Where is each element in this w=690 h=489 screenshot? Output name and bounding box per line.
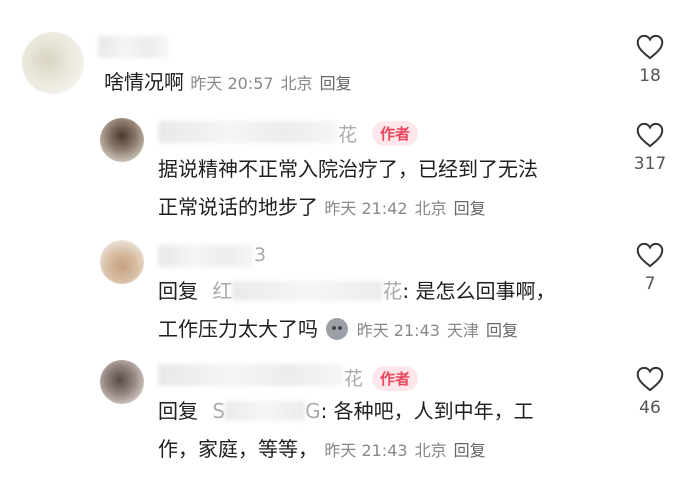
like-count: 18 — [639, 66, 661, 86]
comment-location: 天津 — [446, 321, 479, 340]
emoji-sticker-icon — [326, 318, 349, 340]
avatar[interactable] — [100, 118, 144, 162]
heart-outline-icon — [636, 366, 664, 392]
reply-prefix: 回复 — [158, 279, 198, 303]
like-count: 317 — [633, 154, 667, 174]
comment-time: 昨天 21:43 — [324, 441, 408, 460]
comment-time: 昨天 21:43 — [356, 321, 440, 340]
comment-time: 昨天 21:42 — [324, 199, 408, 218]
reply-button[interactable]: 回复 — [454, 199, 486, 218]
like-count: 46 — [639, 398, 661, 418]
username-blurred[interactable] — [158, 121, 338, 143]
reply-target-end[interactable]: 花 — [382, 279, 402, 303]
comment-location: 北京 — [414, 199, 447, 218]
reply-button[interactable]: 回复 — [486, 321, 518, 340]
comment-item: 3 回复 红花: 是怎么回事啊， 工作压力太大了吗 昨天 21:43 天津 回复 7 — [0, 236, 690, 356]
reply-prefix: 回复 — [158, 399, 198, 423]
heart-outline-icon — [636, 122, 664, 148]
like-count: 7 — [644, 274, 656, 294]
comment-location: 北京 — [414, 441, 447, 460]
reply-target-blurred[interactable] — [225, 401, 306, 421]
avatar[interactable] — [100, 360, 144, 404]
avatar[interactable] — [22, 32, 84, 94]
username-blurred[interactable] — [158, 364, 344, 386]
reply-button[interactable]: 回复 — [320, 74, 352, 93]
heart-outline-icon — [636, 242, 664, 268]
reply-target-start[interactable]: S — [212, 399, 225, 423]
username-blurred[interactable] — [158, 245, 254, 267]
author-badge: 作者 — [372, 366, 419, 391]
comment-time: 昨天 20:57 — [190, 74, 274, 93]
like-button[interactable]: 317 — [620, 122, 680, 174]
comment-item: 啥情况啊 昨天 20:57 北京 回复 18 — [0, 0, 690, 120]
username-tail[interactable]: 3 — [254, 244, 266, 266]
username-blurred[interactable] — [98, 36, 168, 58]
username-tail[interactable]: 花 — [338, 120, 357, 147]
like-button[interactable]: 7 — [620, 242, 680, 294]
username-tail[interactable]: 花 — [344, 364, 363, 391]
author-badge: 作者 — [372, 121, 419, 146]
comment-item: 花 作者 据说精神不正常入院治疗了，已经到了无法 正常说话的地步了 昨天 21:… — [0, 112, 690, 232]
comment-text: 啥情况啊 昨天 20:57 北京 回复 — [104, 70, 352, 94]
comment-text: 回复 红花: 是怎么回事啊， 工作压力太大了吗 昨天 21:43 天津 回复 — [158, 279, 556, 341]
comment-location: 北京 — [280, 74, 313, 93]
reply-button[interactable]: 回复 — [454, 441, 486, 460]
comment-text: 回复 S G: 各种吧，人到中年，工 作，家庭，等等， 昨天 21:43 北京 回复 — [158, 399, 534, 461]
avatar[interactable] — [100, 240, 144, 284]
reply-target-start[interactable]: 红 — [212, 279, 232, 303]
like-button[interactable]: 46 — [620, 366, 680, 418]
like-button[interactable]: 18 — [620, 34, 680, 86]
comment-item: 花 作者 回复 S G: 各种吧，人到中年，工 作，家庭，等等， 昨天 21:43… — [0, 356, 690, 489]
comment-text: 据说精神不正常入院治疗了，已经到了无法 正常说话的地步了 昨天 21:42 北京回… — [158, 157, 538, 219]
heart-outline-icon — [636, 34, 664, 60]
reply-target-blurred[interactable] — [232, 281, 383, 301]
reply-target-end[interactable]: G — [305, 399, 321, 423]
